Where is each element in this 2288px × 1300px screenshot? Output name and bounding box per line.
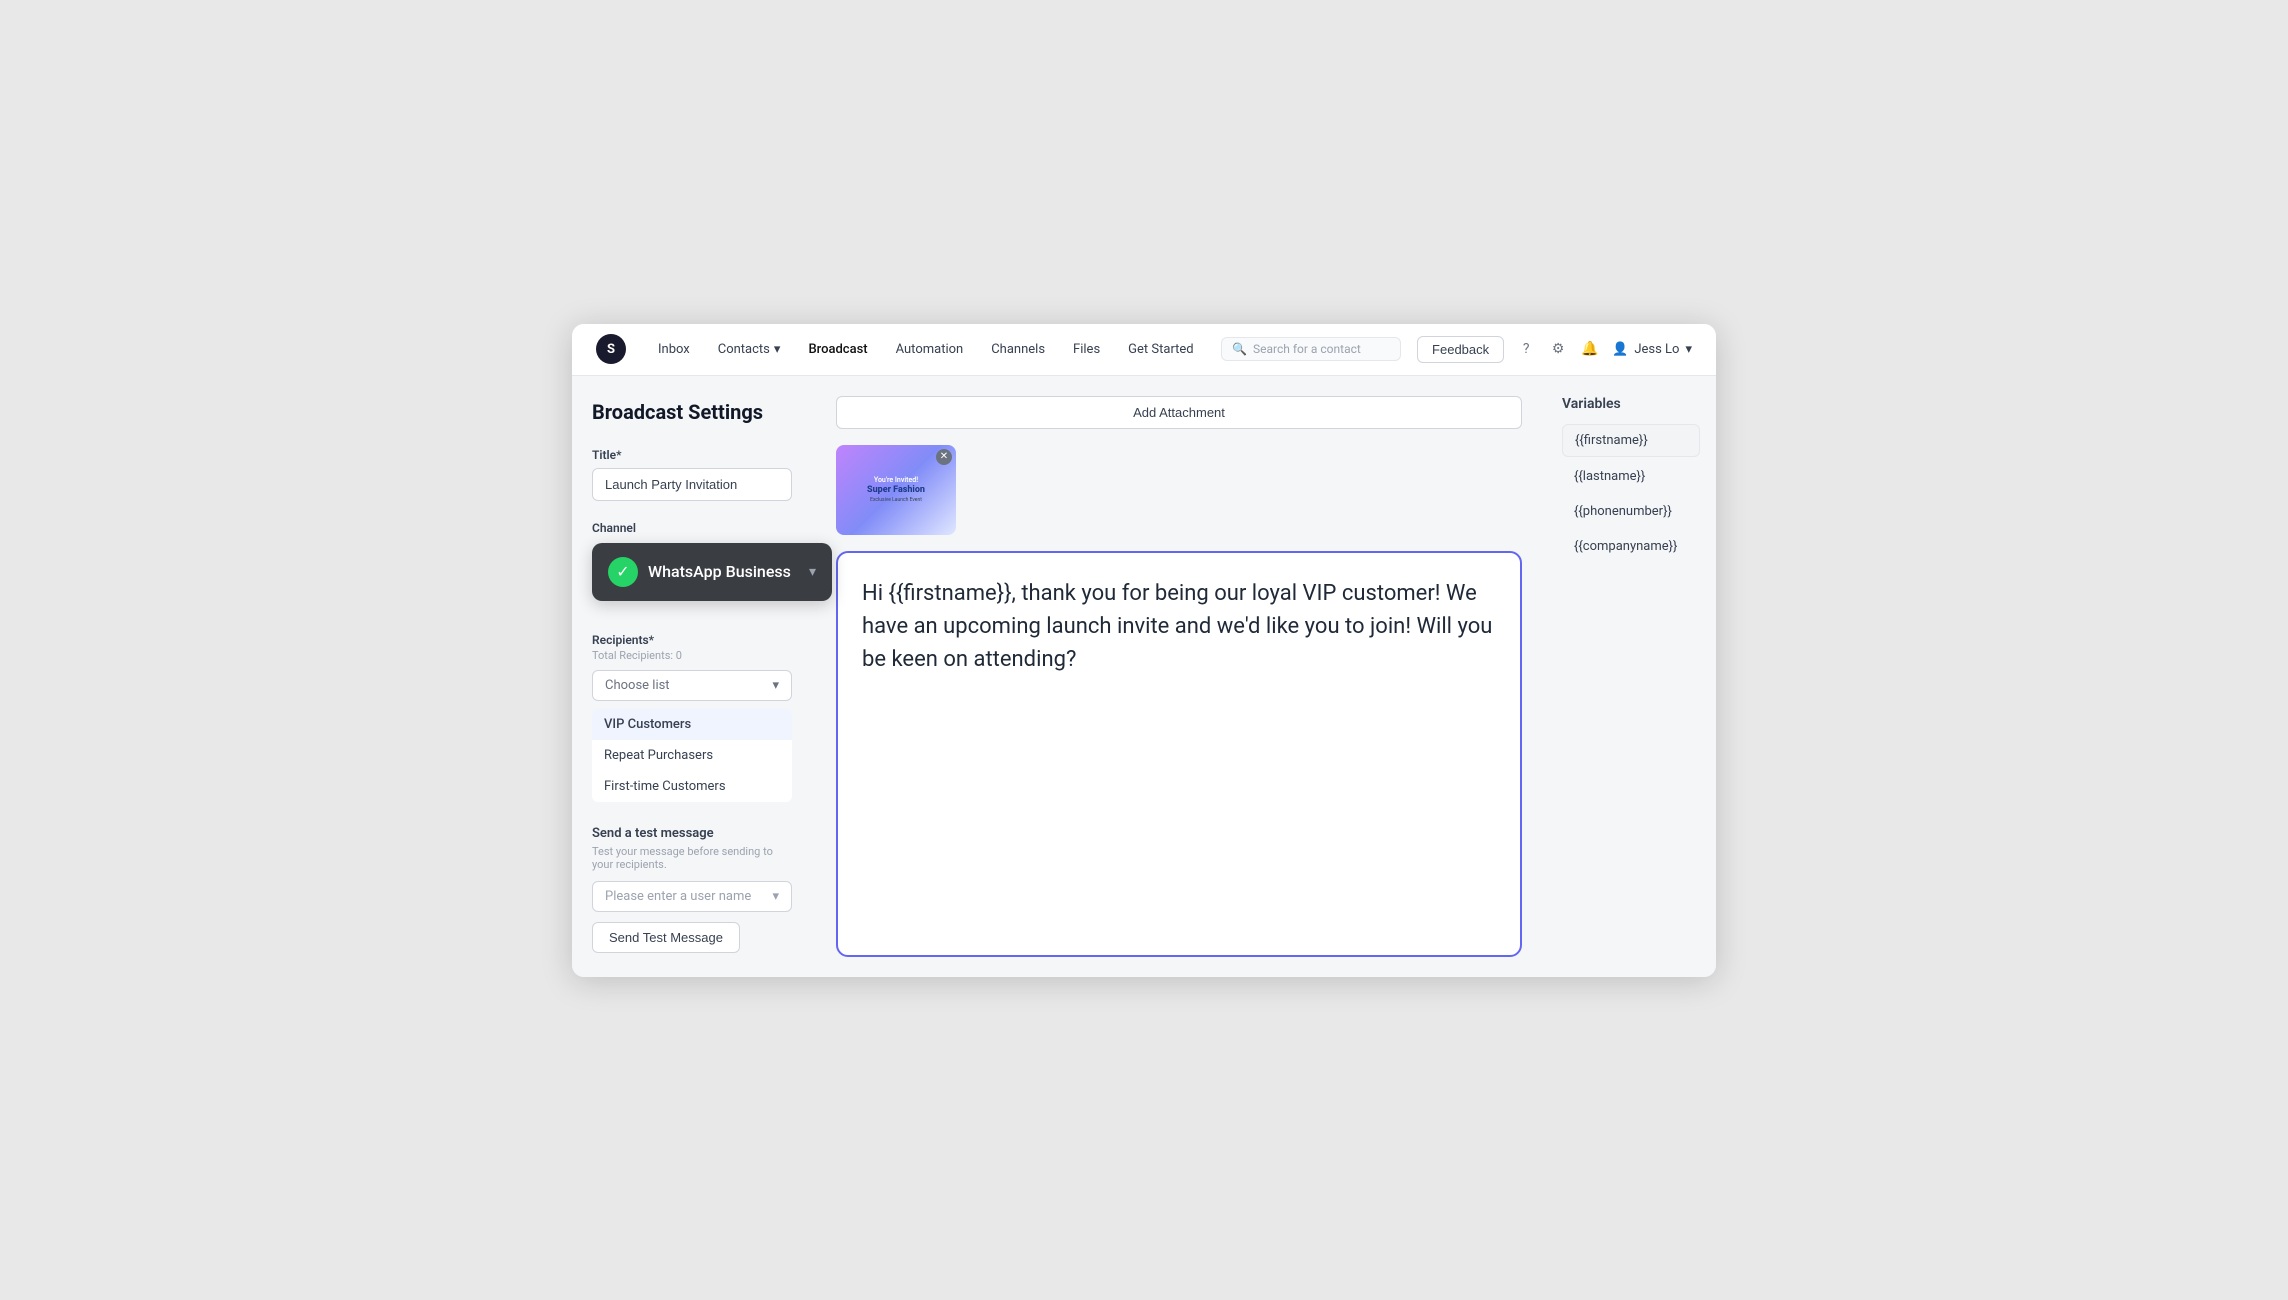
- nav-inbox[interactable]: Inbox: [646, 336, 702, 363]
- channel-dropdown-container: ✓ WhatsApp Business ▾: [592, 543, 792, 601]
- message-editor[interactable]: Hi {{firstname}}, thank you for being ou…: [836, 551, 1522, 957]
- top-nav: S Inbox Contacts ▾ Broadcast Automation …: [572, 324, 1716, 376]
- feedback-button[interactable]: Feedback: [1417, 336, 1504, 363]
- variable-firstname[interactable]: {{firstname}}: [1562, 424, 1700, 457]
- nav-items: Inbox Contacts ▾ Broadcast Automation Ch…: [646, 336, 1221, 363]
- list-options: VIP Customers Repeat Purchasers First-ti…: [592, 709, 792, 802]
- send-test-section: Send a test message Test your message be…: [592, 826, 792, 953]
- left-panel: Broadcast Settings Title* Channel ✓ What…: [572, 376, 812, 977]
- user-select-chevron-icon: ▾: [772, 889, 779, 904]
- nav-right: Feedback ? ⚙ 🔔 👤 Jess Lo ▾: [1417, 336, 1692, 363]
- list-chevron-icon: ▾: [772, 678, 779, 693]
- channel-chevron-icon: ▾: [809, 564, 816, 580]
- user-chevron-icon: ▾: [1685, 342, 1692, 357]
- whatsapp-icon: ✓: [608, 557, 638, 587]
- variable-lastname[interactable]: {{lastname}}: [1562, 461, 1700, 492]
- attachment-invited-text: You're Invited!: [867, 476, 925, 484]
- send-test-title: Send a test message: [592, 826, 792, 841]
- total-recipients-count: Total Recipients: 0: [592, 649, 792, 662]
- center-panel: Add Attachment ✕ You're Invited! Super F…: [812, 376, 1546, 977]
- recipients-section: Recipients* Total Recipients: 0 Choose l…: [592, 633, 792, 802]
- nav-get-started[interactable]: Get Started: [1116, 336, 1205, 363]
- nav-contacts[interactable]: Contacts ▾: [706, 336, 793, 363]
- variable-phonenumber[interactable]: {{phonenumber}}: [1562, 496, 1700, 527]
- app-window: S Inbox Contacts ▾ Broadcast Automation …: [572, 324, 1716, 977]
- channel-name: WhatsApp Business: [648, 562, 799, 581]
- user-avatar-icon: 👤: [1612, 342, 1628, 357]
- list-option-first-time[interactable]: First-time Customers: [592, 771, 792, 802]
- attachment-preview: ✕ You're Invited! Super Fashion Exclusiv…: [836, 445, 956, 535]
- right-panel: Variables {{firstname}} {{lastname}} {{p…: [1546, 376, 1716, 977]
- attachment-event-label: Exclusive Launch Event: [867, 497, 925, 503]
- variables-title: Variables: [1562, 396, 1700, 412]
- list-option-vip[interactable]: VIP Customers: [592, 709, 792, 740]
- nav-files[interactable]: Files: [1061, 336, 1112, 363]
- app-logo: S: [596, 334, 626, 364]
- attachment-close-button[interactable]: ✕: [936, 449, 952, 465]
- help-icon[interactable]: ?: [1516, 339, 1536, 359]
- choose-list-select[interactable]: Choose list ▾: [592, 670, 792, 701]
- channel-label: Channel: [592, 521, 792, 535]
- message-content: Hi {{firstname}}, thank you for being ou…: [862, 577, 1496, 676]
- nav-search[interactable]: 🔍 Search for a contact: [1221, 337, 1401, 361]
- list-option-repeat[interactable]: Repeat Purchasers: [592, 740, 792, 771]
- user-select[interactable]: Please enter a user name ▾: [592, 881, 792, 912]
- recipients-label: Recipients*: [592, 633, 792, 647]
- main-content: Broadcast Settings Title* Channel ✓ What…: [572, 376, 1716, 977]
- add-attachment-button[interactable]: Add Attachment: [836, 396, 1522, 429]
- search-icon: 🔍: [1232, 342, 1247, 356]
- notifications-icon[interactable]: 🔔: [1580, 339, 1600, 359]
- title-label: Title*: [592, 448, 792, 462]
- nav-channels[interactable]: Channels: [979, 336, 1057, 363]
- variable-companyname[interactable]: {{companyname}}: [1562, 531, 1700, 562]
- user-menu[interactable]: 👤 Jess Lo ▾: [1612, 342, 1692, 357]
- settings-icon[interactable]: ⚙: [1548, 339, 1568, 359]
- nav-automation[interactable]: Automation: [884, 336, 976, 363]
- channel-dropdown[interactable]: ✓ WhatsApp Business ▾: [592, 543, 832, 601]
- title-input[interactable]: [592, 468, 792, 501]
- page-title: Broadcast Settings: [592, 400, 792, 424]
- send-test-desc: Test your message before sending to your…: [592, 845, 792, 871]
- send-test-button[interactable]: Send Test Message: [592, 922, 740, 953]
- contacts-chevron-icon: ▾: [774, 342, 781, 357]
- nav-broadcast[interactable]: Broadcast: [796, 336, 879, 363]
- attachment-brand-name: Super Fashion: [867, 486, 925, 496]
